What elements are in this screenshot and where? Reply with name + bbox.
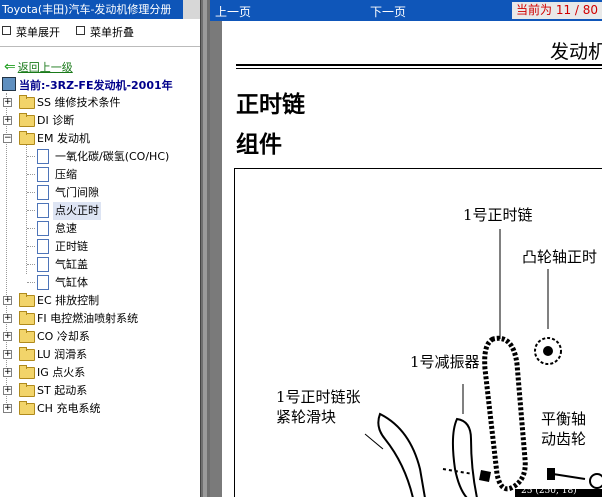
square-icon [2, 26, 11, 35]
expand-icon[interactable]: + [3, 98, 12, 107]
page-header: 发动机 [550, 41, 602, 63]
header-rule [236, 64, 602, 66]
tree-subitem-label: 正时链 [55, 240, 88, 253]
folder-icon [19, 329, 35, 343]
label-chain-1: 1号正时链 [463, 206, 533, 224]
tree-connector [26, 138, 27, 274]
tree-item-label: SS 维修技术条件 [37, 96, 121, 109]
expand-icon[interactable]: + [3, 404, 12, 413]
tree-item-label: FI 电控燃油喷射系统 [37, 312, 139, 325]
collapse-icon[interactable]: − [3, 134, 12, 143]
document-icon [37, 275, 49, 290]
tree-subitem-label-selected: 点火正时 [53, 202, 101, 220]
collapse-menu-label: 菜单折叠 [90, 26, 134, 39]
label-balance-shaft-line1: 平衡轴 [541, 410, 587, 428]
document-icon [37, 185, 49, 200]
document-icon [37, 167, 49, 182]
tree-connector [27, 264, 35, 265]
tree-connector [27, 192, 35, 193]
components-diagram: 1号正时链 凸轮轴正时 1号减振器 1号正时链张 紧轮滑块 平衡轴 动齿轮 25… [234, 168, 602, 497]
computer-icon [2, 77, 16, 91]
section-title: 正时链 [236, 92, 305, 118]
tree-connector [27, 210, 35, 211]
label-balance-shaft-line2: 动齿轮 [541, 430, 587, 448]
tree-item-label: IG 点火系 [37, 366, 86, 379]
next-page-button[interactable]: 下一页 [370, 3, 406, 20]
page-indicator: 当前为 11 / 80 [512, 2, 602, 19]
document-icon [37, 149, 49, 164]
tree-connector [27, 228, 35, 229]
tree-item-label: DI 诊断 [37, 114, 75, 127]
expand-icon[interactable]: + [3, 116, 12, 125]
folder-icon [19, 365, 35, 379]
expand-menu-label: 菜单展开 [16, 26, 60, 39]
expand-icon[interactable]: + [3, 350, 12, 359]
window-title: Toyota(丰田)汽车-发动机修理分册 [0, 0, 183, 19]
current-location-label: 当前:-3RZ-FE发动机-2001年 [19, 79, 173, 92]
expand-icon[interactable]: + [3, 314, 12, 323]
expand-icon[interactable]: + [3, 332, 12, 341]
menu-bar: 菜单展开 菜单折叠 [0, 22, 200, 40]
header-rule [236, 68, 602, 69]
tree-item-label: CH 充电系统 [37, 402, 101, 415]
document-viewer: 上一页 下一页 当前为 11 / 80 发动机 正时链 组件 1号正时链 凸轮轴… [210, 0, 602, 497]
section-subtitle: 组件 [236, 132, 282, 158]
tree-subitem-label: 气缸盖 [55, 258, 88, 271]
expand-icon[interactable]: + [3, 368, 12, 377]
navigation-pane: Toyota(丰田)汽车-发动机修理分册 菜单展开 菜单折叠 ⇐ 返回上一级 当前… [0, 0, 200, 497]
label-torque-spec: 25 (250, 18) [521, 486, 577, 496]
collapse-menu-button[interactable]: 菜单折叠 [76, 24, 134, 40]
document-icon [37, 221, 49, 236]
tree-connector [27, 174, 35, 175]
tree-item-label: ST 起动系 [37, 384, 88, 397]
tree-subitem-label: 气缸体 [55, 276, 88, 289]
prev-page-button[interactable]: 上一页 [215, 3, 251, 20]
folder-icon [19, 401, 35, 415]
tree-connector [27, 246, 35, 247]
tree-item-label: EC 排放控制 [37, 294, 100, 307]
label-damper-1: 1号减振器 [410, 353, 480, 371]
folder-icon [19, 311, 35, 325]
document-icon [37, 239, 49, 254]
tree-connector [27, 156, 35, 157]
current-location: 当前:-3RZ-FE发动机-2001年 [2, 77, 173, 93]
label-cam-sprocket: 凸轮轴正时 [522, 248, 598, 266]
tree-subitem-label: 怠速 [55, 222, 77, 235]
back-link-label: 返回上一级 [17, 61, 73, 74]
square-icon [76, 26, 85, 35]
expand-icon[interactable]: + [3, 386, 12, 395]
document-page: 发动机 正时链 组件 1号正时链 凸轮轴正时 1号减振器 1号正时链张 紧轮滑块… [222, 21, 602, 497]
folder-icon [19, 347, 35, 361]
tree-item-label: EM 发动机 [37, 132, 90, 145]
tree-item-label: LU 润滑系 [37, 348, 88, 361]
viewer-nav-bar: 上一页 下一页 当前为 11 / 80 [210, 0, 602, 21]
folder-icon [19, 113, 35, 127]
document-icon [37, 203, 49, 218]
tree-subitem-label: 一氧化碳/碳氢(CO/HC) [55, 150, 170, 163]
back-arrow-icon: ⇐ [4, 59, 16, 75]
pane-splitter-edge [203, 0, 207, 497]
folder-icon [19, 293, 35, 307]
folder-icon [19, 95, 35, 109]
expand-icon[interactable]: + [3, 296, 12, 305]
tree-item-label: CO 冷却系 [37, 330, 90, 343]
document-icon [37, 257, 49, 272]
tree-subitem-label: 气门间隙 [55, 186, 99, 199]
label-tensioner-slipper-line2: 紧轮滑块 [276, 408, 337, 426]
back-link[interactable]: ⇐ 返回上一级 [4, 59, 73, 75]
folder-icon [19, 383, 35, 397]
expand-menu-button[interactable]: 菜单展开 [2, 24, 60, 40]
open-folder-icon [19, 131, 35, 145]
title-bar-tail [183, 0, 200, 19]
menu-divider [0, 46, 200, 47]
tree-connector [27, 282, 35, 283]
label-tensioner-slipper-line1: 1号正时链张 [276, 388, 361, 406]
tree-subitem-label: 压缩 [55, 168, 77, 181]
